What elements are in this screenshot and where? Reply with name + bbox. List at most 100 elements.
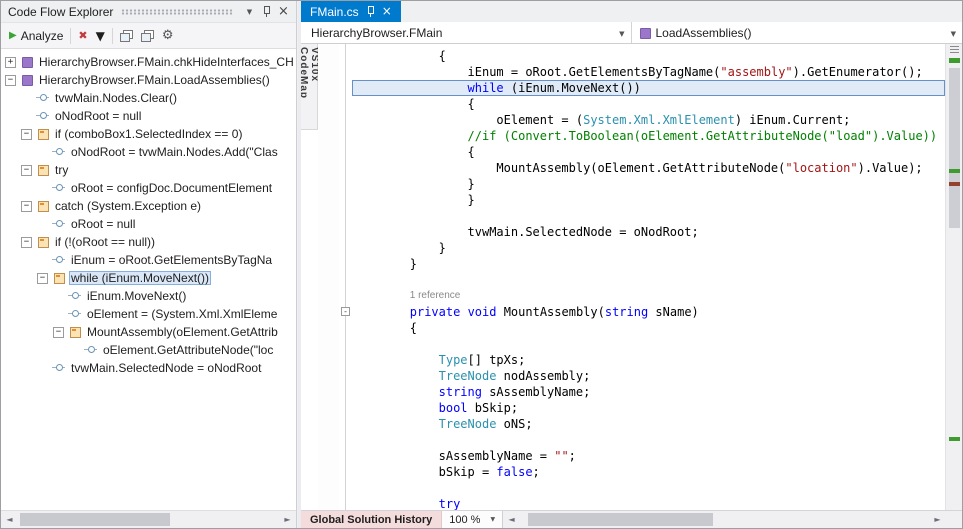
expand-icon[interactable]: +: [5, 56, 16, 68]
splitter-grip-icon[interactable]: [950, 46, 959, 53]
member-dropdown[interactable]: LoadAssemblies() ▼: [632, 22, 963, 43]
collapse-icon[interactable]: −: [21, 128, 32, 140]
code-line[interactable]: }: [352, 192, 945, 208]
analyze-button[interactable]: ▶ Analyze: [5, 27, 67, 45]
code-line[interactable]: iEnum = oRoot.GetElementsByTagName("asse…: [352, 64, 945, 80]
tree-item-label: oRoot = null: [71, 217, 136, 231]
window-menu-button[interactable]: ▼: [241, 4, 258, 20]
scroll-right-button[interactable]: ►: [279, 511, 296, 528]
code-token: }: [438, 241, 446, 255]
collapse-icon[interactable]: −: [21, 164, 32, 176]
code-line[interactable]: {: [352, 144, 945, 160]
code-line[interactable]: [352, 272, 945, 288]
code-line[interactable]: private void MountAssembly(string sName): [352, 304, 945, 320]
code-line[interactable]: try: [352, 496, 945, 510]
scrollbar-track[interactable]: [18, 511, 279, 528]
close-panel-button[interactable]: ×: [275, 4, 292, 20]
code-line[interactable]: MountAssembly(oElement.GetAttributeNode(…: [352, 160, 945, 176]
tree-item[interactable]: − if (comboBox1.SelectedIndex == 0): [1, 125, 296, 143]
change-marker-red: [949, 182, 960, 186]
type-dropdown[interactable]: HierarchyBrowser.FMain ▼: [301, 22, 632, 43]
drag-grip[interactable]: [121, 8, 233, 15]
code-line[interactable]: Type[] tpXs;: [352, 352, 945, 368]
scrollbar-thumb[interactable]: [528, 513, 714, 526]
tree-item[interactable]: − try: [1, 161, 296, 179]
collapse-icon[interactable]: −: [5, 74, 16, 86]
codemap-collapsed-tab[interactable]: VS10x CodeMap: [301, 44, 320, 130]
code-line[interactable]: [352, 208, 945, 224]
pin-button[interactable]: [258, 4, 275, 20]
code-line[interactable]: tvwMain.SelectedNode = oNodRoot;: [352, 224, 945, 240]
fold-collapse-icon[interactable]: -: [341, 307, 350, 316]
solution-history-button[interactable]: Global Solution History: [301, 511, 443, 528]
tree-item[interactable]: iEnum.MoveNext(): [1, 287, 296, 305]
code-line[interactable]: TreeNode nodAssembly;: [352, 368, 945, 384]
tree-item[interactable]: oNodRoot = null: [1, 107, 296, 125]
member-dropdown-label: LoadAssemblies(): [655, 25, 752, 40]
code-line[interactable]: }: [352, 256, 945, 272]
scroll-left-button[interactable]: ◄: [1, 511, 18, 528]
document-tab-fmain[interactable]: FMain.cs ×: [301, 1, 401, 22]
code-token: {: [467, 97, 475, 111]
editor-body: VS10x CodeMap - {iEnum = oRoot.GetElemen…: [301, 44, 945, 510]
code-line[interactable]: oElement = (System.Xml.XmlElement) iEnum…: [352, 112, 945, 128]
tree-item[interactable]: oElement.GetAttributeNode("loc: [1, 341, 296, 359]
vertical-scrollbar[interactable]: [945, 44, 962, 510]
code-line[interactable]: {: [352, 96, 945, 112]
code-token: string: [438, 385, 482, 399]
scroll-right-button[interactable]: ►: [929, 511, 946, 528]
code-line[interactable]: //if (Convert.ToBoolean(oElement.GetAttr…: [352, 128, 945, 144]
tree-item[interactable]: oElement = (System.Xml.XmlEleme: [1, 305, 296, 323]
collapse-icon[interactable]: −: [21, 200, 32, 212]
clear-button[interactable]: ✖: [74, 27, 91, 44]
chevron-down-icon: ▼: [619, 30, 625, 38]
code-line[interactable]: while (iEnum.MoveNext()): [352, 80, 945, 96]
tree-item[interactable]: iEnum = oRoot.GetElementsByTagNa: [1, 251, 296, 269]
stmt-icon: [36, 91, 50, 105]
editor-gutter[interactable]: [318, 44, 339, 510]
code-line[interactable]: sAssemblyName = "";: [352, 448, 945, 464]
code-line[interactable]: }: [352, 176, 945, 192]
code-line[interactable]: string sAssemblyName;: [352, 384, 945, 400]
pin-icon[interactable]: [366, 6, 375, 17]
change-marker-green: [949, 58, 960, 63]
code-line[interactable]: {: [352, 48, 945, 64]
scrollbar-thumb[interactable]: [20, 513, 170, 526]
close-icon[interactable]: ×: [382, 5, 392, 18]
tree-item[interactable]: tvwMain.SelectedNode = oNodRoot: [1, 359, 296, 377]
copy-button[interactable]: [116, 28, 137, 44]
settings-button[interactable]: ⚙: [158, 26, 178, 45]
code-line[interactable]: {: [352, 320, 945, 336]
tree-item[interactable]: + HierarchyBrowser.FMain.chkHideInterface…: [1, 53, 296, 71]
code-line[interactable]: }: [352, 240, 945, 256]
zoom-selector[interactable]: 100 % ▼: [442, 511, 504, 528]
code-line[interactable]: TreeNode oNS;: [352, 416, 945, 432]
code-line[interactable]: bSkip = false;: [352, 464, 945, 480]
scrollbar-thumb[interactable]: [949, 68, 960, 228]
tree-item[interactable]: − if (!(oRoot == null)): [1, 233, 296, 251]
code-line[interactable]: 1 reference: [352, 288, 945, 304]
code-area[interactable]: {iEnum = oRoot.GetElementsByTagName("ass…: [352, 44, 945, 510]
export-button[interactable]: [137, 28, 158, 44]
tree-item[interactable]: − while (iEnum.MoveNext()): [1, 269, 296, 287]
collapse-icon[interactable]: −: [53, 326, 64, 338]
code-line[interactable]: bool bSkip;: [352, 400, 945, 416]
tree-item[interactable]: tvwMain.Nodes.Clear(): [1, 89, 296, 107]
tree-item[interactable]: oNodRoot = tvwMain.Nodes.Add("Clas: [1, 143, 296, 161]
code-token: [] tpXs;: [467, 353, 526, 367]
tree-item[interactable]: − MountAssembly(oElement.GetAttrib: [1, 323, 296, 341]
code-line[interactable]: [352, 336, 945, 352]
fold-margin: -: [339, 44, 352, 510]
collapse-icon[interactable]: −: [37, 272, 48, 284]
stmt-icon: [36, 109, 50, 123]
scroll-left-button[interactable]: ◄: [503, 511, 520, 528]
collapse-icon[interactable]: −: [21, 236, 32, 248]
tree-item[interactable]: − HierarchyBrowser.FMain.LoadAssemblies(): [1, 71, 296, 89]
tree-item[interactable]: − catch (System.Exception e): [1, 197, 296, 215]
tree-item[interactable]: oRoot = configDoc.DocumentElement: [1, 179, 296, 197]
code-line[interactable]: [352, 432, 945, 448]
tree-item[interactable]: oRoot = null: [1, 215, 296, 233]
scrollbar-track[interactable]: [520, 511, 929, 528]
clear-dropdown-button[interactable]: ▼: [92, 27, 109, 45]
code-line[interactable]: [352, 480, 945, 496]
